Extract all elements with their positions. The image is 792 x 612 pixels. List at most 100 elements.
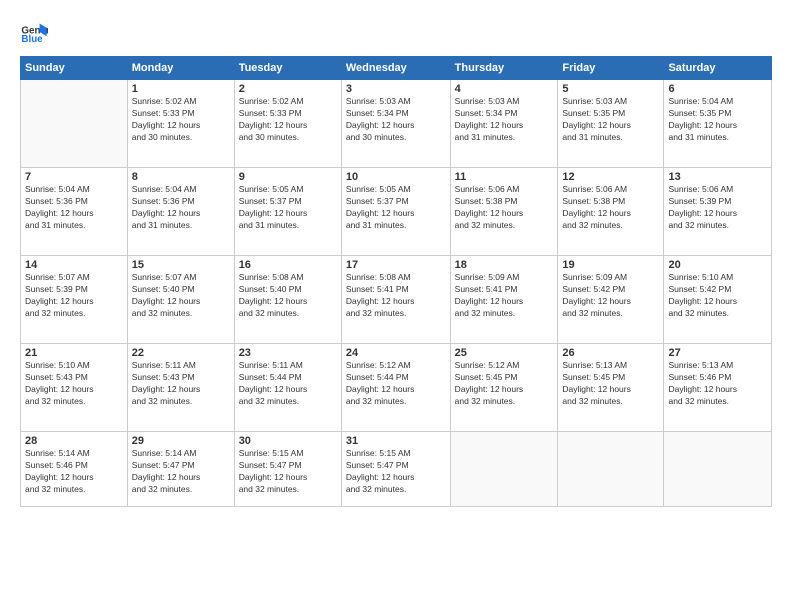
day-number: 29 xyxy=(132,435,230,447)
day-info: Sunrise: 5:02 AM Sunset: 5:33 PM Dayligh… xyxy=(239,96,337,144)
day-number: 30 xyxy=(239,435,337,447)
svg-text:Blue: Blue xyxy=(21,34,43,45)
weekday-header-wednesday: Wednesday xyxy=(341,57,450,80)
calendar-cell: 22Sunrise: 5:11 AM Sunset: 5:43 PM Dayli… xyxy=(127,344,234,432)
calendar-week-row: 28Sunrise: 5:14 AM Sunset: 5:46 PM Dayli… xyxy=(21,432,772,507)
calendar-cell: 5Sunrise: 5:03 AM Sunset: 5:35 PM Daylig… xyxy=(558,80,664,168)
calendar-week-row: 7Sunrise: 5:04 AM Sunset: 5:36 PM Daylig… xyxy=(21,168,772,256)
day-number: 16 xyxy=(239,259,337,271)
day-info: Sunrise: 5:08 AM Sunset: 5:40 PM Dayligh… xyxy=(239,272,337,320)
day-info: Sunrise: 5:07 AM Sunset: 5:39 PM Dayligh… xyxy=(25,272,123,320)
calendar-cell: 27Sunrise: 5:13 AM Sunset: 5:46 PM Dayli… xyxy=(664,344,772,432)
logo: General Blue xyxy=(20,18,52,46)
day-number: 12 xyxy=(562,171,659,183)
day-info: Sunrise: 5:02 AM Sunset: 5:33 PM Dayligh… xyxy=(132,96,230,144)
day-info: Sunrise: 5:03 AM Sunset: 5:34 PM Dayligh… xyxy=(455,96,554,144)
day-number: 21 xyxy=(25,347,123,359)
day-info: Sunrise: 5:06 AM Sunset: 5:38 PM Dayligh… xyxy=(455,184,554,232)
day-number: 27 xyxy=(668,347,767,359)
day-info: Sunrise: 5:05 AM Sunset: 5:37 PM Dayligh… xyxy=(346,184,446,232)
logo-icon: General Blue xyxy=(20,18,48,46)
calendar-cell xyxy=(450,432,558,507)
day-number: 9 xyxy=(239,171,337,183)
day-number: 7 xyxy=(25,171,123,183)
calendar-cell: 20Sunrise: 5:10 AM Sunset: 5:42 PM Dayli… xyxy=(664,256,772,344)
day-number: 20 xyxy=(668,259,767,271)
calendar-cell: 31Sunrise: 5:15 AM Sunset: 5:47 PM Dayli… xyxy=(341,432,450,507)
day-info: Sunrise: 5:05 AM Sunset: 5:37 PM Dayligh… xyxy=(239,184,337,232)
calendar-table: SundayMondayTuesdayWednesdayThursdayFrid… xyxy=(20,56,772,507)
day-info: Sunrise: 5:10 AM Sunset: 5:43 PM Dayligh… xyxy=(25,360,123,408)
calendar-header: SundayMondayTuesdayWednesdayThursdayFrid… xyxy=(21,57,772,80)
calendar-cell: 7Sunrise: 5:04 AM Sunset: 5:36 PM Daylig… xyxy=(21,168,128,256)
day-info: Sunrise: 5:06 AM Sunset: 5:38 PM Dayligh… xyxy=(562,184,659,232)
calendar-cell: 26Sunrise: 5:13 AM Sunset: 5:45 PM Dayli… xyxy=(558,344,664,432)
day-number: 14 xyxy=(25,259,123,271)
calendar-cell: 21Sunrise: 5:10 AM Sunset: 5:43 PM Dayli… xyxy=(21,344,128,432)
day-info: Sunrise: 5:04 AM Sunset: 5:36 PM Dayligh… xyxy=(25,184,123,232)
day-number: 3 xyxy=(346,83,446,95)
day-number: 11 xyxy=(455,171,554,183)
calendar-cell: 12Sunrise: 5:06 AM Sunset: 5:38 PM Dayli… xyxy=(558,168,664,256)
calendar-cell xyxy=(558,432,664,507)
day-info: Sunrise: 5:11 AM Sunset: 5:44 PM Dayligh… xyxy=(239,360,337,408)
calendar-week-row: 14Sunrise: 5:07 AM Sunset: 5:39 PM Dayli… xyxy=(21,256,772,344)
day-info: Sunrise: 5:09 AM Sunset: 5:42 PM Dayligh… xyxy=(562,272,659,320)
weekday-header-monday: Monday xyxy=(127,57,234,80)
calendar-cell: 13Sunrise: 5:06 AM Sunset: 5:39 PM Dayli… xyxy=(664,168,772,256)
header: General Blue xyxy=(20,18,772,46)
day-info: Sunrise: 5:03 AM Sunset: 5:34 PM Dayligh… xyxy=(346,96,446,144)
weekday-header-friday: Friday xyxy=(558,57,664,80)
day-info: Sunrise: 5:12 AM Sunset: 5:44 PM Dayligh… xyxy=(346,360,446,408)
calendar-cell: 4Sunrise: 5:03 AM Sunset: 5:34 PM Daylig… xyxy=(450,80,558,168)
calendar-body: 1Sunrise: 5:02 AM Sunset: 5:33 PM Daylig… xyxy=(21,80,772,507)
calendar-week-row: 21Sunrise: 5:10 AM Sunset: 5:43 PM Dayli… xyxy=(21,344,772,432)
day-info: Sunrise: 5:14 AM Sunset: 5:47 PM Dayligh… xyxy=(132,448,230,496)
day-number: 2 xyxy=(239,83,337,95)
calendar-cell: 28Sunrise: 5:14 AM Sunset: 5:46 PM Dayli… xyxy=(21,432,128,507)
day-info: Sunrise: 5:07 AM Sunset: 5:40 PM Dayligh… xyxy=(132,272,230,320)
day-number: 15 xyxy=(132,259,230,271)
weekday-header-row: SundayMondayTuesdayWednesdayThursdayFrid… xyxy=(21,57,772,80)
day-info: Sunrise: 5:03 AM Sunset: 5:35 PM Dayligh… xyxy=(562,96,659,144)
calendar-cell: 16Sunrise: 5:08 AM Sunset: 5:40 PM Dayli… xyxy=(234,256,341,344)
calendar-cell xyxy=(664,432,772,507)
calendar-cell: 10Sunrise: 5:05 AM Sunset: 5:37 PM Dayli… xyxy=(341,168,450,256)
weekday-header-tuesday: Tuesday xyxy=(234,57,341,80)
day-info: Sunrise: 5:08 AM Sunset: 5:41 PM Dayligh… xyxy=(346,272,446,320)
day-info: Sunrise: 5:15 AM Sunset: 5:47 PM Dayligh… xyxy=(239,448,337,496)
day-number: 8 xyxy=(132,171,230,183)
day-info: Sunrise: 5:15 AM Sunset: 5:47 PM Dayligh… xyxy=(346,448,446,496)
calendar-cell: 6Sunrise: 5:04 AM Sunset: 5:35 PM Daylig… xyxy=(664,80,772,168)
day-info: Sunrise: 5:04 AM Sunset: 5:35 PM Dayligh… xyxy=(668,96,767,144)
calendar-cell: 30Sunrise: 5:15 AM Sunset: 5:47 PM Dayli… xyxy=(234,432,341,507)
weekday-header-sunday: Sunday xyxy=(21,57,128,80)
day-number: 5 xyxy=(562,83,659,95)
day-number: 18 xyxy=(455,259,554,271)
day-number: 23 xyxy=(239,347,337,359)
day-info: Sunrise: 5:11 AM Sunset: 5:43 PM Dayligh… xyxy=(132,360,230,408)
calendar-cell: 11Sunrise: 5:06 AM Sunset: 5:38 PM Dayli… xyxy=(450,168,558,256)
calendar-cell: 23Sunrise: 5:11 AM Sunset: 5:44 PM Dayli… xyxy=(234,344,341,432)
calendar-cell: 3Sunrise: 5:03 AM Sunset: 5:34 PM Daylig… xyxy=(341,80,450,168)
calendar-cell: 9Sunrise: 5:05 AM Sunset: 5:37 PM Daylig… xyxy=(234,168,341,256)
calendar-cell: 15Sunrise: 5:07 AM Sunset: 5:40 PM Dayli… xyxy=(127,256,234,344)
day-number: 25 xyxy=(455,347,554,359)
calendar-cell: 2Sunrise: 5:02 AM Sunset: 5:33 PM Daylig… xyxy=(234,80,341,168)
day-info: Sunrise: 5:04 AM Sunset: 5:36 PM Dayligh… xyxy=(132,184,230,232)
day-number: 13 xyxy=(668,171,767,183)
calendar-cell: 8Sunrise: 5:04 AM Sunset: 5:36 PM Daylig… xyxy=(127,168,234,256)
day-number: 26 xyxy=(562,347,659,359)
day-number: 6 xyxy=(668,83,767,95)
day-number: 1 xyxy=(132,83,230,95)
day-number: 22 xyxy=(132,347,230,359)
calendar-cell: 17Sunrise: 5:08 AM Sunset: 5:41 PM Dayli… xyxy=(341,256,450,344)
weekday-header-thursday: Thursday xyxy=(450,57,558,80)
day-info: Sunrise: 5:06 AM Sunset: 5:39 PM Dayligh… xyxy=(668,184,767,232)
day-number: 10 xyxy=(346,171,446,183)
weekday-header-saturday: Saturday xyxy=(664,57,772,80)
day-number: 17 xyxy=(346,259,446,271)
calendar-week-row: 1Sunrise: 5:02 AM Sunset: 5:33 PM Daylig… xyxy=(21,80,772,168)
day-info: Sunrise: 5:14 AM Sunset: 5:46 PM Dayligh… xyxy=(25,448,123,496)
calendar-cell: 18Sunrise: 5:09 AM Sunset: 5:41 PM Dayli… xyxy=(450,256,558,344)
